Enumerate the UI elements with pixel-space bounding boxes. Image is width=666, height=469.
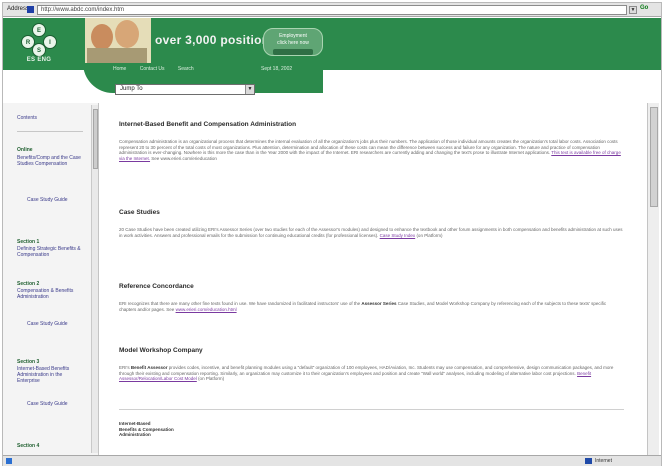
top-nav: Home Contact Us Search — [113, 66, 206, 72]
sidebar-item-section-2-desc[interactable]: Compensation & Benefits Administration — [17, 288, 85, 300]
section-text: 20 Case Studies have been created utiliz… — [119, 227, 623, 238]
address-label: Address — [7, 6, 30, 12]
sidebar-item-case-guide-3[interactable]: Case Study Guide — [27, 401, 85, 407]
sidebar-item-section-4[interactable]: Section 4 — [17, 443, 85, 449]
sidebar-item-section-3-desc[interactable]: Internet-Based Benefits Administration i… — [17, 366, 85, 384]
sidebar-item-online[interactable]: Online — [17, 147, 85, 153]
svg-text:R: R — [26, 40, 31, 46]
nav-link-contact[interactable]: Contact Us — [140, 66, 165, 72]
header-date: Sept 18, 2002 — [261, 66, 293, 72]
sidebar-item-section-2[interactable]: Section 2 — [17, 281, 85, 287]
browser-window: Address http://www.abdc.com/index.htm ▼ … — [2, 2, 662, 466]
education-link[interactable]: www.erieri.com/education.html — [176, 307, 237, 312]
content-divider — [119, 409, 624, 410]
badge-button[interactable] — [273, 49, 313, 55]
employment-badge[interactable]: Employment click here now — [263, 28, 323, 56]
section-text: ERI's — [119, 365, 130, 370]
main-scroll-thumb[interactable] — [650, 107, 658, 207]
sidebar: Contents Online Benefits/Comp and the Ca… — [3, 103, 99, 455]
section-body-model-workshop: ERI's Benefit Assessor provides codes, i… — [119, 365, 624, 382]
svg-text:E: E — [37, 28, 41, 34]
section-link-tail: (on Platform) — [198, 376, 225, 382]
section-link-tail: See www.erieri.com/erieducation — [151, 156, 217, 162]
positions-headline: over 3,000 positions — [155, 33, 277, 47]
page-icon — [6, 458, 12, 464]
sidebar-item-online-desc[interactable]: Benefits/Comp and the Case Studies Compe… — [17, 155, 85, 167]
globe-icon — [585, 458, 592, 464]
site-logo[interactable]: E R I S ES ENG — [11, 22, 67, 66]
benefit-assessor-text: Benefit Assessor — [130, 365, 168, 370]
section-title-internet-based: Internet-Based Benefit and Compensation … — [119, 121, 297, 128]
section-title-reference: Reference Concordance — [119, 283, 194, 290]
assessor-series-text: Assessor Series — [361, 301, 397, 306]
section-title-model-workshop: Model Workshop Company — [119, 347, 203, 354]
main-content: Internet-Based Benefit and Compensation … — [99, 103, 661, 455]
case-study-index-link[interactable]: Case Study Index — [380, 233, 416, 238]
go-button[interactable]: Go — [640, 5, 648, 11]
jump-to-select[interactable]: Jump To ▼ — [115, 84, 255, 95]
section-title-case-studies: Case Studies — [119, 209, 160, 216]
sidebar-item-section-1-desc[interactable]: Defining Strategic Benefits & Compensati… — [17, 246, 85, 258]
nav-link-search[interactable]: Search — [178, 66, 194, 72]
sidebar-item-case-guide-2[interactable]: Case Study Guide — [27, 321, 85, 327]
svg-text:S: S — [37, 48, 41, 54]
section-link-tail: (on Platform) — [416, 232, 443, 238]
section-body-internet-based: Compensation administration is an organi… — [119, 139, 624, 162]
badge-subtitle: click here now — [277, 40, 309, 46]
section-text: provides codes, incentive, and benefit p… — [119, 365, 614, 376]
sidebar-divider — [17, 131, 83, 132]
main-scrollbar[interactable] — [647, 103, 659, 455]
security-zone: Internet — [595, 458, 612, 464]
footer-line: Administration — [119, 432, 151, 438]
nav-link-home[interactable]: Home — [113, 66, 126, 72]
chevron-down-icon[interactable]: ▼ — [245, 85, 254, 94]
jump-to-label: Jump To — [120, 86, 143, 92]
sidebar-scroll-thumb[interactable] — [93, 109, 98, 169]
address-dropdown-icon[interactable] — [27, 6, 34, 13]
sidebar-item-case-guide-1[interactable]: Case Study Guide — [27, 197, 85, 203]
sidebar-item-contents[interactable]: Contents — [17, 115, 85, 121]
section-body-case-studies: 20 Case Studies have been created utiliz… — [119, 227, 624, 238]
status-bar: Internet — [3, 455, 661, 466]
url-field[interactable]: http://www.abdc.com/index.htm — [37, 5, 627, 15]
footer-note: Internet-Based Benefits & Compensation A… — [119, 421, 239, 438]
section-body-reference: ERI recognizes that there are many other… — [119, 301, 624, 312]
address-bar: Address http://www.abdc.com/index.htm ▼ … — [3, 3, 661, 17]
sidebar-item-section-3[interactable]: Section 3 — [17, 359, 85, 365]
sidebar-scrollbar[interactable] — [91, 105, 98, 453]
logo-text: ES ENG — [26, 57, 52, 63]
chevron-down-icon[interactable]: ▼ — [629, 6, 637, 14]
sidebar-item-section-1[interactable]: Section 1 — [17, 239, 85, 245]
badge-title: Employment — [279, 33, 307, 39]
section-text: Compensation administration is an organi… — [119, 139, 618, 156]
section-text: ERI recognizes that there are many other… — [119, 301, 361, 306]
